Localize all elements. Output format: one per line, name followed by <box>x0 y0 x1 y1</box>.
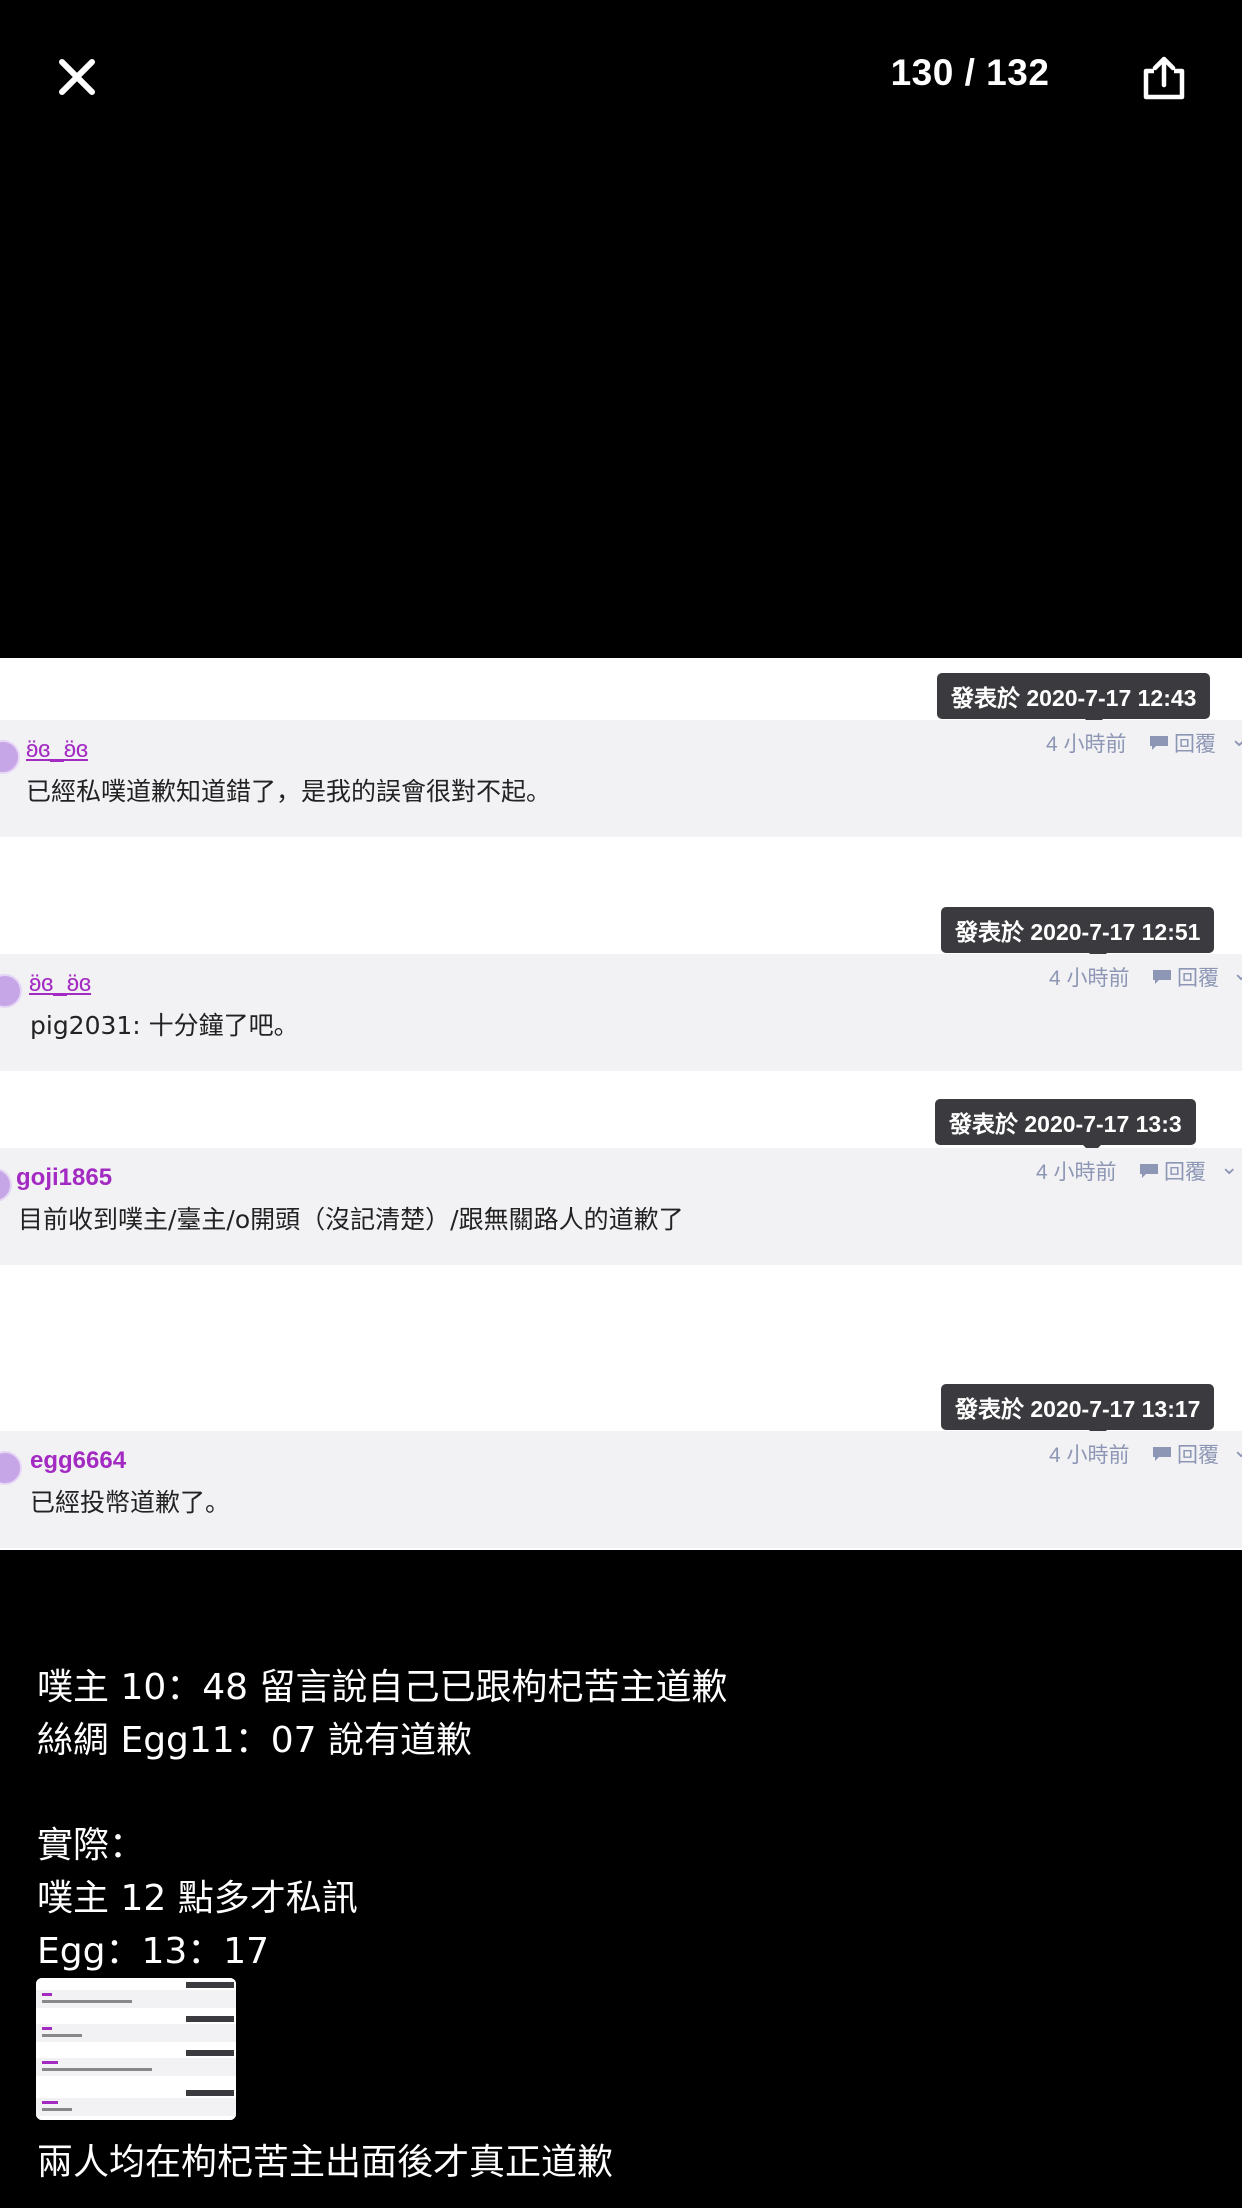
caption-line: 絲綢 Egg11：07 說有道歉 <box>37 1720 472 1761</box>
viewer-top-bar: 130 / 132 <box>0 0 1242 160</box>
image-thumbnail[interactable] <box>36 1978 236 2120</box>
timestamp-tooltip: 發表於 2020-7-17 13:17 <box>941 1384 1215 1439</box>
caption-line: 實際： <box>37 1825 146 1866</box>
avatar <box>0 740 20 774</box>
reply-button[interactable]: 回覆 <box>1138 1156 1206 1186</box>
time-ago: 4 小時前 <box>1046 733 1127 756</box>
chevron-down-icon[interactable]: ⌄ <box>1220 1154 1238 1180</box>
timestamp-tooltip: 發表於 2020-7-17 12:51 <box>941 907 1215 962</box>
share-button[interactable] <box>1126 38 1202 118</box>
share-icon <box>1143 56 1185 100</box>
avatar <box>0 974 22 1008</box>
close-icon <box>59 59 95 95</box>
avatar <box>0 1451 22 1485</box>
avatar <box>0 1168 12 1202</box>
timestamp-tooltip: 發表於 2020-7-17 13:3 <box>935 1099 1196 1154</box>
chevron-down-icon[interactable]: ⌄ <box>1232 1437 1242 1463</box>
caption-line: 兩人均在枸杞苦主出面後才真正道歉 <box>37 2142 614 2183</box>
comment-post: ʚ̈ɞ_ʚ̈ɞ 4 小時前 回覆 ⌄ pig2031: 十分鐘了吧。 <box>0 954 1242 1071</box>
chevron-down-icon[interactable]: ⌄ <box>1230 726 1242 752</box>
image-counter: 130 / 132 <box>890 52 1050 93</box>
comment-text: pig2031: 十分鐘了吧。 <box>30 1011 299 1040</box>
reply-button[interactable]: 回覆 <box>1151 962 1219 992</box>
caption-line: 噗主 12 點多才私訊 <box>37 1878 358 1919</box>
time-ago: 4 小時前 <box>1036 1161 1117 1184</box>
close-button[interactable] <box>40 40 114 114</box>
thumbnail-preview <box>36 1978 236 2120</box>
username: ʚ̈ɞ_ʚ̈ɞ <box>29 970 92 997</box>
timestamp-tooltip: 發表於 2020-7-17 12:43 <box>937 673 1211 728</box>
reply-label: 回覆 <box>1164 1161 1206 1184</box>
comment-post: ʚ̈ɞ_ʚ̈ɞ 4 小時前 回覆 ⌄ 已經私噗道歉知道錯了，是我的誤會很對不起。 <box>0 720 1242 837</box>
username: egg6664 <box>30 1447 127 1474</box>
comment-post: goji1865 4 小時前 回覆 ⌄ 目前收到噗主/臺主/o開頭（沒記清楚）/… <box>0 1148 1242 1265</box>
speech-bubble-icon <box>1153 970 1171 984</box>
speech-bubble-icon <box>1150 736 1168 750</box>
chevron-down-icon[interactable]: ⌄ <box>1232 960 1242 986</box>
embedded-screenshot: 發表於 2020-7-17 12:43 ʚ̈ɞ_ʚ̈ɞ 4 小時前 回覆 ⌄ 已… <box>0 658 1242 1550</box>
time-ago: 4 小時前 <box>1049 1444 1130 1467</box>
comment-text: 目前收到噗主/臺主/o開頭（沒記清楚）/跟無關路人的道歉了 <box>18 1205 684 1234</box>
username: ʚ̈ɞ_ʚ̈ɞ <box>26 736 89 763</box>
reply-button[interactable]: 回覆 <box>1148 728 1216 758</box>
time-ago: 4 小時前 <box>1049 967 1130 990</box>
username: goji1865 <box>16 1164 113 1191</box>
speech-bubble-icon <box>1153 1447 1171 1461</box>
comment-post: egg6664 4 小時前 回覆 ⌄ 已經投幣道歉了。 <box>0 1431 1242 1548</box>
caption-line: 噗主 10：48 留言說自己已跟枸杞苦主道歉 <box>37 1667 728 1708</box>
reply-label: 回覆 <box>1177 1444 1219 1467</box>
caption-line: Egg：13：17 <box>37 1931 270 1972</box>
comment-text: 已經投幣道歉了。 <box>30 1488 231 1517</box>
reply-button[interactable]: 回覆 <box>1151 1439 1219 1469</box>
reply-label: 回覆 <box>1174 733 1216 756</box>
reply-label: 回覆 <box>1177 967 1219 990</box>
speech-bubble-icon <box>1140 1164 1158 1178</box>
comment-text: 已經私噗道歉知道錯了，是我的誤會很對不起。 <box>26 777 552 806</box>
